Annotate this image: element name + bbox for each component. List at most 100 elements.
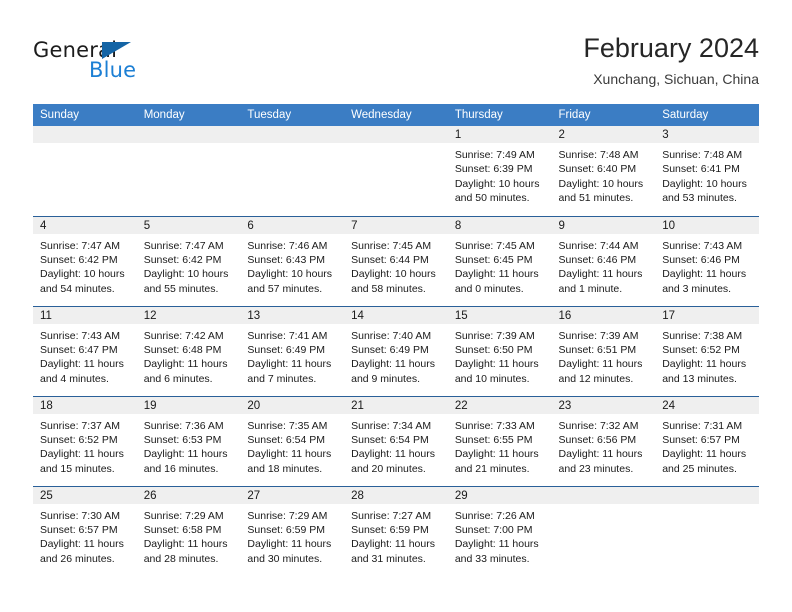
calendar-day-cell[interactable]: 23 Sunrise: 7:32 AM Sunset: 6:56 PM Dayligh… <box>551 395 656 486</box>
day-details: Sunrise: 7:44 AM Sunset: 6:46 PM Daylight:… <box>552 234 656 297</box>
day-number <box>655 486 759 504</box>
sunrise-text: Sunrise: 7:29 AM <box>247 509 328 522</box>
day-details: Sunrise: 7:39 AM Sunset: 6:51 PM Daylight:… <box>552 324 656 387</box>
calendar-day-cell[interactable]: 27 Sunrise: 7:29 AM Sunset: 6:59 PM Dayligh… <box>240 485 345 576</box>
daylight-text: Daylight: 11 hours and 20 minutes. <box>351 448 435 475</box>
day-details: Sunrise: 7:26 AM Sunset: 7:00 PM Daylight:… <box>448 504 552 567</box>
sunrise-text: Sunrise: 7:48 AM <box>558 149 639 161</box>
daylight-text: Daylight: 10 hours and 55 minutes. <box>143 268 229 295</box>
calendar-day-cell[interactable]: 11 Sunrise: 7:43 AM Sunset: 6:47 PM Dayligh… <box>33 305 137 396</box>
calendar-day-cell[interactable]: 24 Sunrise: 7:31 AM Sunset: 6:57 PM Dayligh… <box>655 395 759 486</box>
page-title: February 2024 <box>583 33 759 63</box>
sunset-text: Sunset: 6:49 PM <box>351 343 429 356</box>
sunset-text: Sunset: 6:59 PM <box>247 523 326 536</box>
day-number: 9 <box>551 216 656 234</box>
sunset-text: Sunset: 6:55 PM <box>454 433 533 446</box>
sunrise-text: Sunrise: 7:43 AM <box>662 239 743 252</box>
title-block: February 2024 Xunchang, Sichuan, China <box>583 32 759 87</box>
day-details: Sunrise: 7:39 AM Sunset: 6:50 PM Daylight:… <box>448 324 552 387</box>
weekday-header-thursday: Thursday <box>447 104 552 126</box>
sunset-text: Sunset: 6:42 PM <box>40 253 118 266</box>
day-number: 28 <box>344 486 448 504</box>
calendar-day-cell[interactable]: 20 Sunrise: 7:35 AM Sunset: 6:54 PM Dayligh… <box>240 395 345 486</box>
day-details: Sunrise: 7:48 AM Sunset: 6:40 PM Daylight:… <box>552 143 656 206</box>
generalblue-logo[interactable]: General Blue <box>33 38 233 86</box>
daylight-text: Daylight: 11 hours and 15 minutes. <box>40 448 124 475</box>
calendar-day-cell[interactable]: 18 Sunrise: 7:37 AM Sunset: 6:52 PM Dayligh… <box>33 395 137 486</box>
daylight-text: Daylight: 11 hours and 13 minutes. <box>662 358 747 385</box>
day-number: 16 <box>551 306 656 324</box>
day-details: Sunrise: 7:49 AM Sunset: 6:39 PM Daylight:… <box>448 143 552 206</box>
calendar-day-cell[interactable]: 5 Sunrise: 7:47 AM Sunset: 6:42 PM Daylight… <box>136 215 241 306</box>
weekday-header-sunday: Sunday <box>33 104 137 126</box>
sunrise-text: Sunrise: 7:47 AM <box>40 239 120 252</box>
calendar-week-row: 25 Sunrise: 7:30 AM Sunset: 6:57 PM Dayligh… <box>33 485 759 576</box>
calendar-day-cell[interactable]: 28 Sunrise: 7:27 AM Sunset: 6:59 PM Dayligh… <box>344 485 448 576</box>
calendar-day-cell[interactable]: 13 Sunrise: 7:41 AM Sunset: 6:49 PM Dayligh… <box>240 305 345 396</box>
calendar-day-cell <box>344 126 448 216</box>
calendar-day-cell[interactable]: 29 Sunrise: 7:26 AM Sunset: 7:00 PM Dayligh… <box>447 485 552 576</box>
day-number <box>240 126 345 143</box>
day-number: 10 <box>655 216 759 234</box>
day-number: 6 <box>240 216 345 234</box>
calendar-day-cell[interactable]: 1 Sunrise: 7:49 AM Sunset: 6:39 PM Daylight… <box>447 126 552 216</box>
sunrise-text: Sunrise: 7:29 AM <box>143 509 224 522</box>
day-details: Sunrise: 7:36 AM Sunset: 6:53 PM Daylight:… <box>137 414 241 477</box>
day-number <box>33 126 137 143</box>
calendar-table: Sunday Monday Tuesday Wednesday Thursday… <box>33 104 759 576</box>
calendar-day-cell[interactable]: 25 Sunrise: 7:30 AM Sunset: 6:57 PM Dayligh… <box>33 485 137 576</box>
day-details: Sunrise: 7:47 AM Sunset: 6:42 PM Daylight:… <box>33 234 137 297</box>
sunset-text: Sunset: 6:51 PM <box>558 343 637 356</box>
calendar-day-cell[interactable]: 7 Sunrise: 7:45 AM Sunset: 6:44 PM Daylight… <box>344 215 448 306</box>
daylight-text: Daylight: 10 hours and 53 minutes. <box>662 177 747 205</box>
calendar-day-cell[interactable]: 6 Sunrise: 7:46 AM Sunset: 6:43 PM Daylight… <box>240 215 345 306</box>
daylight-text: Daylight: 11 hours and 1 minute. <box>558 268 643 295</box>
calendar-day-cell[interactable]: 21 Sunrise: 7:34 AM Sunset: 6:54 PM Dayligh… <box>344 395 448 486</box>
calendar-day-cell[interactable]: 12 Sunrise: 7:42 AM Sunset: 6:48 PM Dayligh… <box>136 305 241 396</box>
calendar-day-cell <box>551 485 656 576</box>
sunset-text: Sunset: 6:50 PM <box>454 343 533 356</box>
day-number: 26 <box>136 486 241 504</box>
day-details: Sunrise: 7:29 AM Sunset: 6:58 PM Daylight:… <box>137 504 241 567</box>
sunset-text: Sunset: 6:53 PM <box>143 433 222 446</box>
sunrise-text: Sunrise: 7:37 AM <box>40 419 120 432</box>
weekday-header-wednesday: Wednesday <box>344 104 448 126</box>
day-number: 7 <box>344 216 448 234</box>
calendar-day-cell[interactable]: 17 Sunrise: 7:38 AM Sunset: 6:52 PM Dayligh… <box>655 305 759 396</box>
day-details: Sunrise: 7:46 AM Sunset: 6:43 PM Daylight:… <box>240 234 344 297</box>
daylight-text: Daylight: 11 hours and 7 minutes. <box>247 358 332 385</box>
day-details: Sunrise: 7:41 AM Sunset: 6:49 PM Daylight:… <box>240 324 344 387</box>
sunset-text: Sunset: 6:56 PM <box>558 433 637 446</box>
day-number <box>344 126 448 143</box>
calendar-day-cell[interactable]: 8 Sunrise: 7:45 AM Sunset: 6:45 PM Daylight… <box>447 215 552 306</box>
calendar-day-cell[interactable]: 9 Sunrise: 7:44 AM Sunset: 6:46 PM Daylight… <box>551 215 656 306</box>
calendar-day-cell[interactable]: 19 Sunrise: 7:36 AM Sunset: 6:53 PM Dayligh… <box>136 395 241 486</box>
calendar-day-cell[interactable]: 22 Sunrise: 7:33 AM Sunset: 6:55 PM Dayligh… <box>447 395 552 486</box>
day-details: Sunrise: 7:35 AM Sunset: 6:54 PM Daylight:… <box>240 414 344 477</box>
weekday-header-monday: Monday <box>136 104 241 126</box>
calendar-day-cell[interactable]: 15 Sunrise: 7:39 AM Sunset: 6:50 PM Dayligh… <box>447 305 552 396</box>
calendar-head: Sunday Monday Tuesday Wednesday Thursday… <box>33 104 759 126</box>
day-number <box>136 126 241 143</box>
day-details: Sunrise: 7:29 AM Sunset: 6:59 PM Daylight:… <box>240 504 344 567</box>
day-number: 23 <box>551 396 656 414</box>
calendar-day-cell[interactable]: 26 Sunrise: 7:29 AM Sunset: 6:58 PM Dayligh… <box>136 485 241 576</box>
weekday-header-saturday: Saturday <box>655 104 759 126</box>
day-details: Sunrise: 7:45 AM Sunset: 6:45 PM Daylight:… <box>448 234 552 297</box>
calendar-day-cell[interactable]: 3 Sunrise: 7:48 AM Sunset: 6:41 PM Daylight… <box>655 126 759 216</box>
day-number: 21 <box>344 396 448 414</box>
calendar-day-cell[interactable]: 2 Sunrise: 7:48 AM Sunset: 6:40 PM Daylight… <box>551 126 656 216</box>
calendar-body: 1 Sunrise: 7:49 AM Sunset: 6:39 PM Daylight… <box>33 126 759 576</box>
sunset-text: Sunset: 6:59 PM <box>351 523 429 536</box>
daylight-text: Daylight: 10 hours and 57 minutes. <box>247 268 333 295</box>
daylight-text: Daylight: 11 hours and 16 minutes. <box>143 448 228 475</box>
calendar-day-cell[interactable]: 4 Sunrise: 7:47 AM Sunset: 6:42 PM Daylight… <box>33 215 137 306</box>
day-number: 3 <box>655 126 759 143</box>
calendar-day-cell[interactable]: 16 Sunrise: 7:39 AM Sunset: 6:51 PM Dayligh… <box>551 305 656 396</box>
sunrise-text: Sunrise: 7:38 AM <box>662 329 743 342</box>
calendar-day-cell[interactable]: 10 Sunrise: 7:43 AM Sunset: 6:46 PM Dayligh… <box>655 215 759 306</box>
day-details: Sunrise: 7:45 AM Sunset: 6:44 PM Daylight:… <box>344 234 448 297</box>
calendar-day-cell[interactable]: 14 Sunrise: 7:40 AM Sunset: 6:49 PM Dayligh… <box>344 305 448 396</box>
calendar-day-cell <box>136 126 241 216</box>
daylight-text: Daylight: 10 hours and 51 minutes. <box>558 177 644 205</box>
